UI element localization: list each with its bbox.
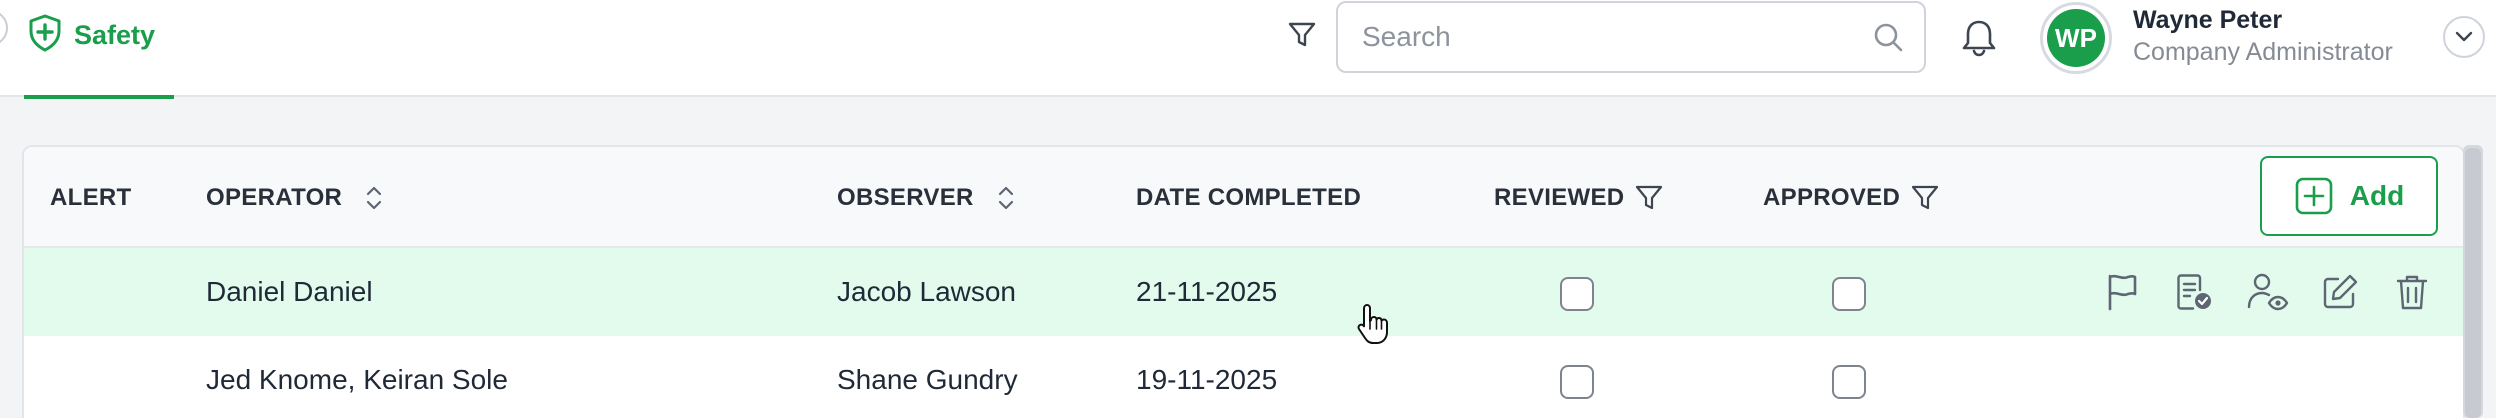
column-alert-label: ALERT	[50, 183, 132, 211]
top-bar: Safety WP Wayne Peter Company Administra…	[0, 0, 2496, 99]
user-name: Wayne Peter	[2133, 6, 2283, 34]
reviewed-checkbox[interactable]	[1560, 365, 1594, 399]
edit-icon	[2323, 274, 2358, 309]
column-date-completed-label: DATE COMPLETED	[1136, 183, 1362, 211]
cell-observer: Shane Gundry	[837, 364, 1018, 395]
back-button[interactable]	[0, 10, 8, 46]
filter-button[interactable]	[1285, 18, 1319, 52]
approved-checkbox[interactable]	[1832, 365, 1866, 399]
search-box[interactable]	[1336, 1, 1926, 73]
user-menu-button[interactable]	[2443, 16, 2485, 58]
table-row[interactable]: Daniel Daniel Jacob Lawson 21-11-2025	[24, 248, 2463, 336]
filter-icon[interactable]	[1634, 183, 1664, 213]
cell-operator: Daniel Daniel	[206, 276, 373, 307]
trash-icon	[2396, 275, 2428, 310]
bell-icon	[1962, 20, 1996, 57]
edit-button[interactable]	[2318, 270, 2362, 314]
document-check-icon	[2177, 274, 2211, 310]
tab-safety[interactable]: Safety	[24, 0, 174, 99]
sort-icon[interactable]	[362, 183, 386, 213]
chevron-down-icon	[2455, 31, 2473, 42]
review-document-button[interactable]	[2172, 270, 2216, 314]
reviewed-checkbox[interactable]	[1560, 277, 1594, 311]
flag-icon	[2108, 274, 2137, 311]
filter-icon	[1288, 22, 1316, 47]
table-header: ALERT OPERATOR OBSERVER DATE COMPLETED R…	[24, 147, 2463, 248]
column-date-completed: DATE COMPLETED	[1136, 147, 1361, 248]
cell-date-completed: 19-11-2025	[1136, 364, 1278, 395]
add-button-label: Add	[2349, 180, 2405, 211]
cell-observer: Jacob Lawson	[837, 276, 1017, 307]
shield-plus-icon	[28, 14, 62, 57]
tab-active-indicator	[24, 95, 174, 99]
column-approved-label: APPROVED	[1763, 183, 1901, 211]
column-reviewed: REVIEWED	[1494, 147, 1664, 248]
safety-table: ALERT OPERATOR OBSERVER DATE COMPLETED R…	[22, 145, 2465, 418]
avatar-initials: WP	[2047, 9, 2105, 67]
approved-checkbox[interactable]	[1832, 277, 1866, 311]
search-icon	[1874, 23, 1903, 52]
delete-button[interactable]	[2390, 270, 2434, 314]
column-operator[interactable]: OPERATOR	[206, 147, 386, 248]
cell-operator: Jed Knome, Keiran Sole	[206, 364, 508, 395]
user-role: Company Administrator	[2133, 38, 2393, 66]
notifications-button[interactable]	[1958, 16, 2000, 60]
scrollbar-thumb[interactable]	[2465, 148, 2481, 418]
tab-label: Safety	[74, 20, 156, 50]
cell-date-completed: 21-11-2025	[1136, 276, 1278, 307]
observer-view-button[interactable]	[2246, 270, 2290, 314]
avatar[interactable]: WP	[2040, 2, 2112, 74]
sort-icon[interactable]	[994, 183, 1018, 213]
column-operator-label: OPERATOR	[206, 183, 343, 211]
column-alert: ALERT	[50, 147, 132, 248]
table-row[interactable]: Jed Knome, Keiran Sole Shane Gundry 19-1…	[24, 336, 2463, 418]
column-reviewed-label: REVIEWED	[1494, 183, 1625, 211]
column-observer-label: OBSERVER	[837, 183, 974, 211]
plus-square-icon	[2295, 177, 2333, 215]
column-approved: APPROVED	[1763, 147, 1940, 248]
filter-icon[interactable]	[1910, 183, 1940, 213]
user-view-icon	[2247, 273, 2289, 311]
search-input[interactable]	[1362, 21, 1872, 53]
flag-button[interactable]	[2100, 270, 2144, 314]
add-button[interactable]: Add	[2260, 156, 2438, 236]
column-observer[interactable]: OBSERVER	[837, 147, 1018, 248]
